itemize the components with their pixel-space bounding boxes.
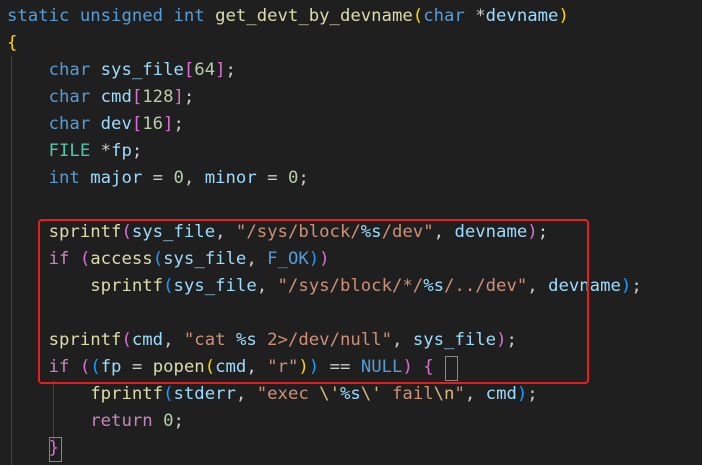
code-token: devname [485, 6, 559, 26]
code-token: char [48, 60, 101, 80]
code-token: , [235, 384, 257, 404]
code-line[interactable]: int major = 0, minor = 0; [7, 165, 309, 192]
code-token: ; [173, 411, 184, 431]
code-token: ] [173, 87, 184, 107]
code-token: get_devt_by_devname [215, 6, 413, 26]
code-token: "exec [256, 384, 320, 404]
code-token: ; [183, 87, 195, 107]
code-token: fp [111, 141, 132, 161]
code-token: ) [516, 384, 528, 404]
code-token: 128 [142, 87, 174, 107]
code-token: [ [131, 114, 143, 134]
code-token: { [7, 33, 18, 53]
code-token: dev [100, 114, 132, 134]
code-token: ] [215, 60, 226, 80]
code-token: ; [173, 114, 184, 134]
code-token: * [475, 6, 486, 26]
code-token: [ [183, 60, 195, 80]
code-token: [ [131, 87, 143, 107]
code-token: \n [433, 384, 455, 404]
code-token: ; [631, 276, 642, 296]
code-token: minor [204, 168, 257, 188]
code-token: ; [527, 384, 538, 404]
code-line[interactable]: FILE *fp; [7, 138, 143, 165]
code-token: \' [360, 384, 382, 404]
code-token: * [100, 141, 112, 161]
code-token: 0 [163, 411, 174, 431]
code-token: %s [339, 384, 361, 404]
code-token: char [48, 87, 101, 107]
code-token: char [423, 6, 476, 26]
code-line[interactable]: char sys_file[64]; [7, 57, 236, 84]
code-token: , [183, 168, 205, 188]
code-token: ) [620, 276, 632, 296]
code-token: int [48, 168, 91, 188]
code-token: ; [298, 168, 309, 188]
code-token: ; [131, 141, 143, 161]
code-token: stderr [173, 384, 236, 404]
code-token: major [90, 168, 143, 188]
code-token: " [454, 384, 465, 404]
code-editor[interactable]: static unsigned int get_devt_by_devname(… [0, 0, 702, 465]
code-token: 0 [287, 168, 299, 188]
code-token: 16 [142, 114, 164, 134]
code-line[interactable]: fprintf(stderr, "exec \'%s\' fail\n", cm… [7, 381, 538, 408]
code-line[interactable]: return 0; [7, 408, 184, 435]
code-token: ( [163, 384, 174, 404]
code-token: = [142, 168, 174, 188]
code-token: char [48, 114, 101, 134]
code-token: ( [412, 6, 424, 26]
code-token: FILE [48, 141, 101, 161]
code-token: return [90, 411, 164, 431]
code-token: = [256, 168, 288, 188]
code-line[interactable]: char dev[16]; [7, 111, 184, 138]
code-token: 64 [194, 60, 216, 80]
code-token: static unsigned int [7, 6, 216, 26]
code-line[interactable]: char cmd[128]; [7, 84, 195, 111]
code-token: fprintf [90, 384, 164, 404]
code-token: ) [558, 6, 569, 26]
red-highlight-box [38, 219, 589, 384]
code-token: ] [163, 114, 174, 134]
code-token: } [48, 438, 60, 458]
code-token: \' [319, 384, 340, 404]
code-token: , [464, 384, 486, 404]
code-token: cmd [100, 87, 132, 107]
code-token: cmd [485, 384, 517, 404]
code-line[interactable]: static unsigned int get_devt_by_devname(… [7, 3, 569, 30]
code-token: 0 [173, 168, 184, 188]
code-token: ; [225, 60, 236, 80]
code-line[interactable]: } [7, 435, 59, 462]
code-token: sys_file [100, 60, 184, 80]
code-token: fail [381, 384, 434, 404]
code-line[interactable]: { [7, 30, 17, 57]
